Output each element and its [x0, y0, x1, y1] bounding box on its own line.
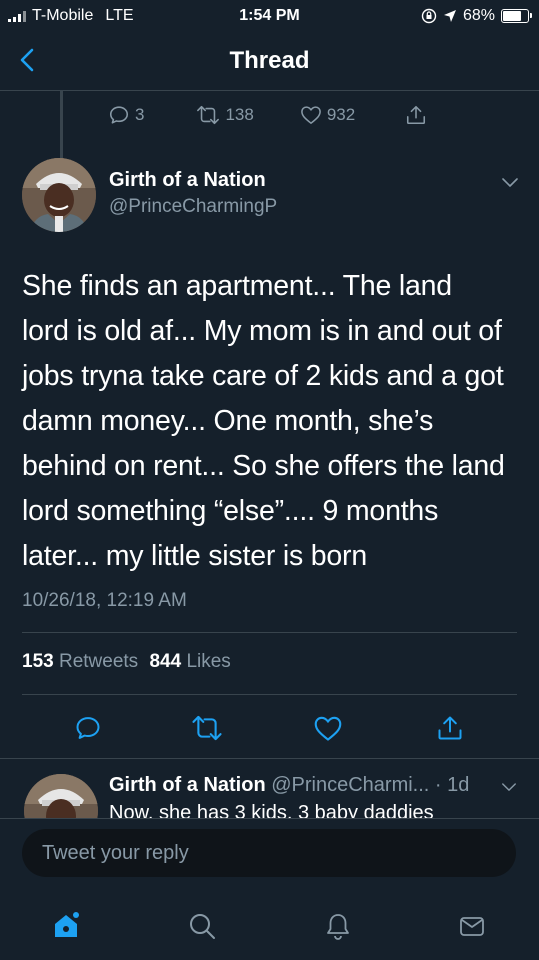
search-icon: [190, 914, 215, 939]
author-name[interactable]: Girth of a Nation: [109, 169, 266, 192]
reply-tweet[interactable]: Girth of a Nation @PrinceCharmi... · 1d …: [0, 760, 539, 818]
retweet-count: 153: [22, 651, 54, 672]
prev-like-count: 932: [326, 105, 356, 124]
prev-reply-button[interactable]: 3: [108, 104, 144, 126]
share-button[interactable]: [428, 706, 472, 750]
tweet-text: She finds an apartment... The land lord …: [22, 264, 527, 579]
compose-bar: Tweet your reply: [0, 818, 539, 893]
retweet-icon: [197, 105, 220, 125]
location-arrow-icon: [443, 10, 456, 22]
tweet-line: damn money... One month, she’s: [22, 405, 434, 437]
author-handle[interactable]: @PrinceCharmingP: [109, 196, 277, 218]
heart-icon: [300, 106, 321, 124]
tab-home[interactable]: [42, 902, 90, 950]
tweet-line: behind on rent... So she offers the land: [22, 450, 505, 482]
navigation-bar: Thread: [0, 32, 539, 91]
battery-percent: 68%: [462, 7, 495, 24]
reply-meta: @PrinceCharmi... · 1d: [271, 774, 470, 796]
heart-icon: [314, 716, 342, 741]
tweet-actions: [0, 706, 539, 750]
retweets-stat[interactable]: 153 Retweets: [22, 651, 138, 672]
retweet-button[interactable]: [185, 706, 229, 750]
like-count: 844: [149, 651, 182, 672]
divider: [22, 694, 517, 695]
reply-button[interactable]: [66, 706, 110, 750]
thread-connector-line: [60, 90, 63, 158]
tab-notifications[interactable]: [314, 902, 362, 950]
notifications-icon: [327, 914, 349, 940]
chevron-down-icon: [502, 178, 518, 187]
like-button[interactable]: [306, 706, 350, 750]
status-bar: T-Mobile LTE 1:54 PM 68%: [0, 0, 539, 32]
prev-reply-count: 3: [135, 105, 145, 124]
reply-icon: [76, 717, 100, 739]
tab-bar: [0, 892, 539, 960]
tweet-timestamp: 10/26/18, 12:19 AM: [22, 590, 187, 611]
prev-share-button[interactable]: [405, 104, 427, 126]
share-icon: [438, 716, 462, 740]
reply-options-button[interactable]: [501, 780, 517, 798]
tweet-options-button[interactable]: [501, 176, 519, 194]
profile-photo: [22, 158, 96, 232]
avatar[interactable]: [24, 774, 98, 818]
home-icon: [55, 912, 79, 937]
prev-retweet-button[interactable]: 138: [196, 104, 254, 126]
reply-header: Girth of a Nation @PrinceCharmi... · 1d: [109, 774, 469, 797]
likes-label: Likes: [186, 651, 231, 672]
chevron-down-icon: [502, 783, 516, 791]
tweet-line: later... my little sister is born: [22, 540, 368, 572]
share-icon: [407, 105, 426, 125]
tweet-line: lord is old af... My mom is in and out o…: [22, 315, 502, 347]
reply-input[interactable]: Tweet your reply: [22, 829, 516, 877]
prev-retweet-count: 138: [225, 105, 254, 124]
likes-stat[interactable]: 844 Likes: [149, 651, 230, 672]
prev-like-button[interactable]: 932: [300, 105, 355, 125]
tweet-line: She finds an apartment... The land: [22, 270, 452, 302]
reply-icon: [109, 106, 129, 124]
tweet-stats: 153 Retweets 844 Likes: [22, 651, 231, 673]
reply-text: Now, she has 3 kids, 3 baby daddies: [109, 802, 434, 818]
retweet-icon: [192, 715, 222, 741]
retweets-label: Retweets: [58, 651, 139, 672]
status-right: 68%: [421, 7, 532, 25]
tweet-line: lord something “else”.... 9 months: [22, 495, 439, 527]
avatar[interactable]: [22, 158, 96, 232]
tab-messages[interactable]: [448, 902, 496, 950]
tab-search[interactable]: [178, 902, 226, 950]
tweet-line: jobs tryna take care of 2 kids and a got: [22, 360, 504, 392]
battery-icon: [501, 9, 532, 23]
rotation-lock-icon: [421, 8, 437, 24]
divider: [22, 632, 517, 633]
messages-icon: [460, 917, 484, 936]
divider: [0, 758, 539, 759]
page-title: Thread: [229, 47, 310, 74]
profile-photo: [24, 774, 98, 818]
reply-author-name[interactable]: Girth of a Nation: [109, 774, 266, 796]
previous-tweet-actions: 3 138 932: [108, 104, 427, 126]
